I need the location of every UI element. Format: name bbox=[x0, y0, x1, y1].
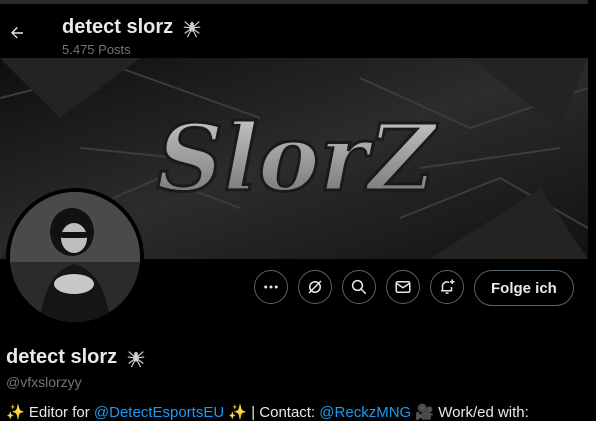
back-button[interactable] bbox=[6, 22, 28, 44]
back-arrow-icon bbox=[11, 27, 23, 39]
grok-icon bbox=[308, 280, 322, 294]
profile-handle: @vfxslorzyy bbox=[6, 374, 82, 390]
mail-icon bbox=[395, 281, 411, 293]
bell-plus-icon bbox=[441, 279, 455, 294]
avatar[interactable] bbox=[6, 188, 144, 326]
header-title: detect slorz bbox=[62, 16, 203, 39]
search-icon bbox=[351, 279, 367, 295]
notify-button[interactable] bbox=[430, 270, 464, 304]
sparkle-icon: ✨ bbox=[228, 404, 248, 421]
spider-icon bbox=[127, 350, 145, 367]
grok-button[interactable] bbox=[298, 270, 332, 304]
profile-bio: ✨ Editor for @DetectEsportsEU ✨ | Contac… bbox=[6, 404, 529, 421]
scrollbar[interactable] bbox=[588, 0, 596, 421]
profile-header: detect slorz 5.475 Posts bbox=[0, 4, 596, 58]
mention-link[interactable]: @ReckzMNG bbox=[319, 404, 411, 421]
post-count: 5.475 Posts bbox=[62, 42, 131, 57]
avatar-image bbox=[10, 192, 140, 322]
profile-name: detect slorz bbox=[6, 346, 147, 369]
message-button[interactable] bbox=[386, 270, 420, 304]
camera-icon: 🎥 bbox=[415, 404, 435, 421]
sparkle-icon: ✨ bbox=[6, 404, 25, 421]
follow-button[interactable]: Folge ich bbox=[474, 270, 574, 306]
banner-logo: SlorZ bbox=[157, 104, 438, 212]
more-button[interactable] bbox=[254, 270, 288, 304]
mention-link[interactable]: @DetectEsportsEU bbox=[94, 404, 224, 421]
search-button[interactable] bbox=[342, 270, 376, 304]
spider-icon bbox=[183, 20, 201, 37]
more-icon bbox=[264, 285, 278, 289]
profile-actions: Folge ich bbox=[254, 270, 574, 306]
